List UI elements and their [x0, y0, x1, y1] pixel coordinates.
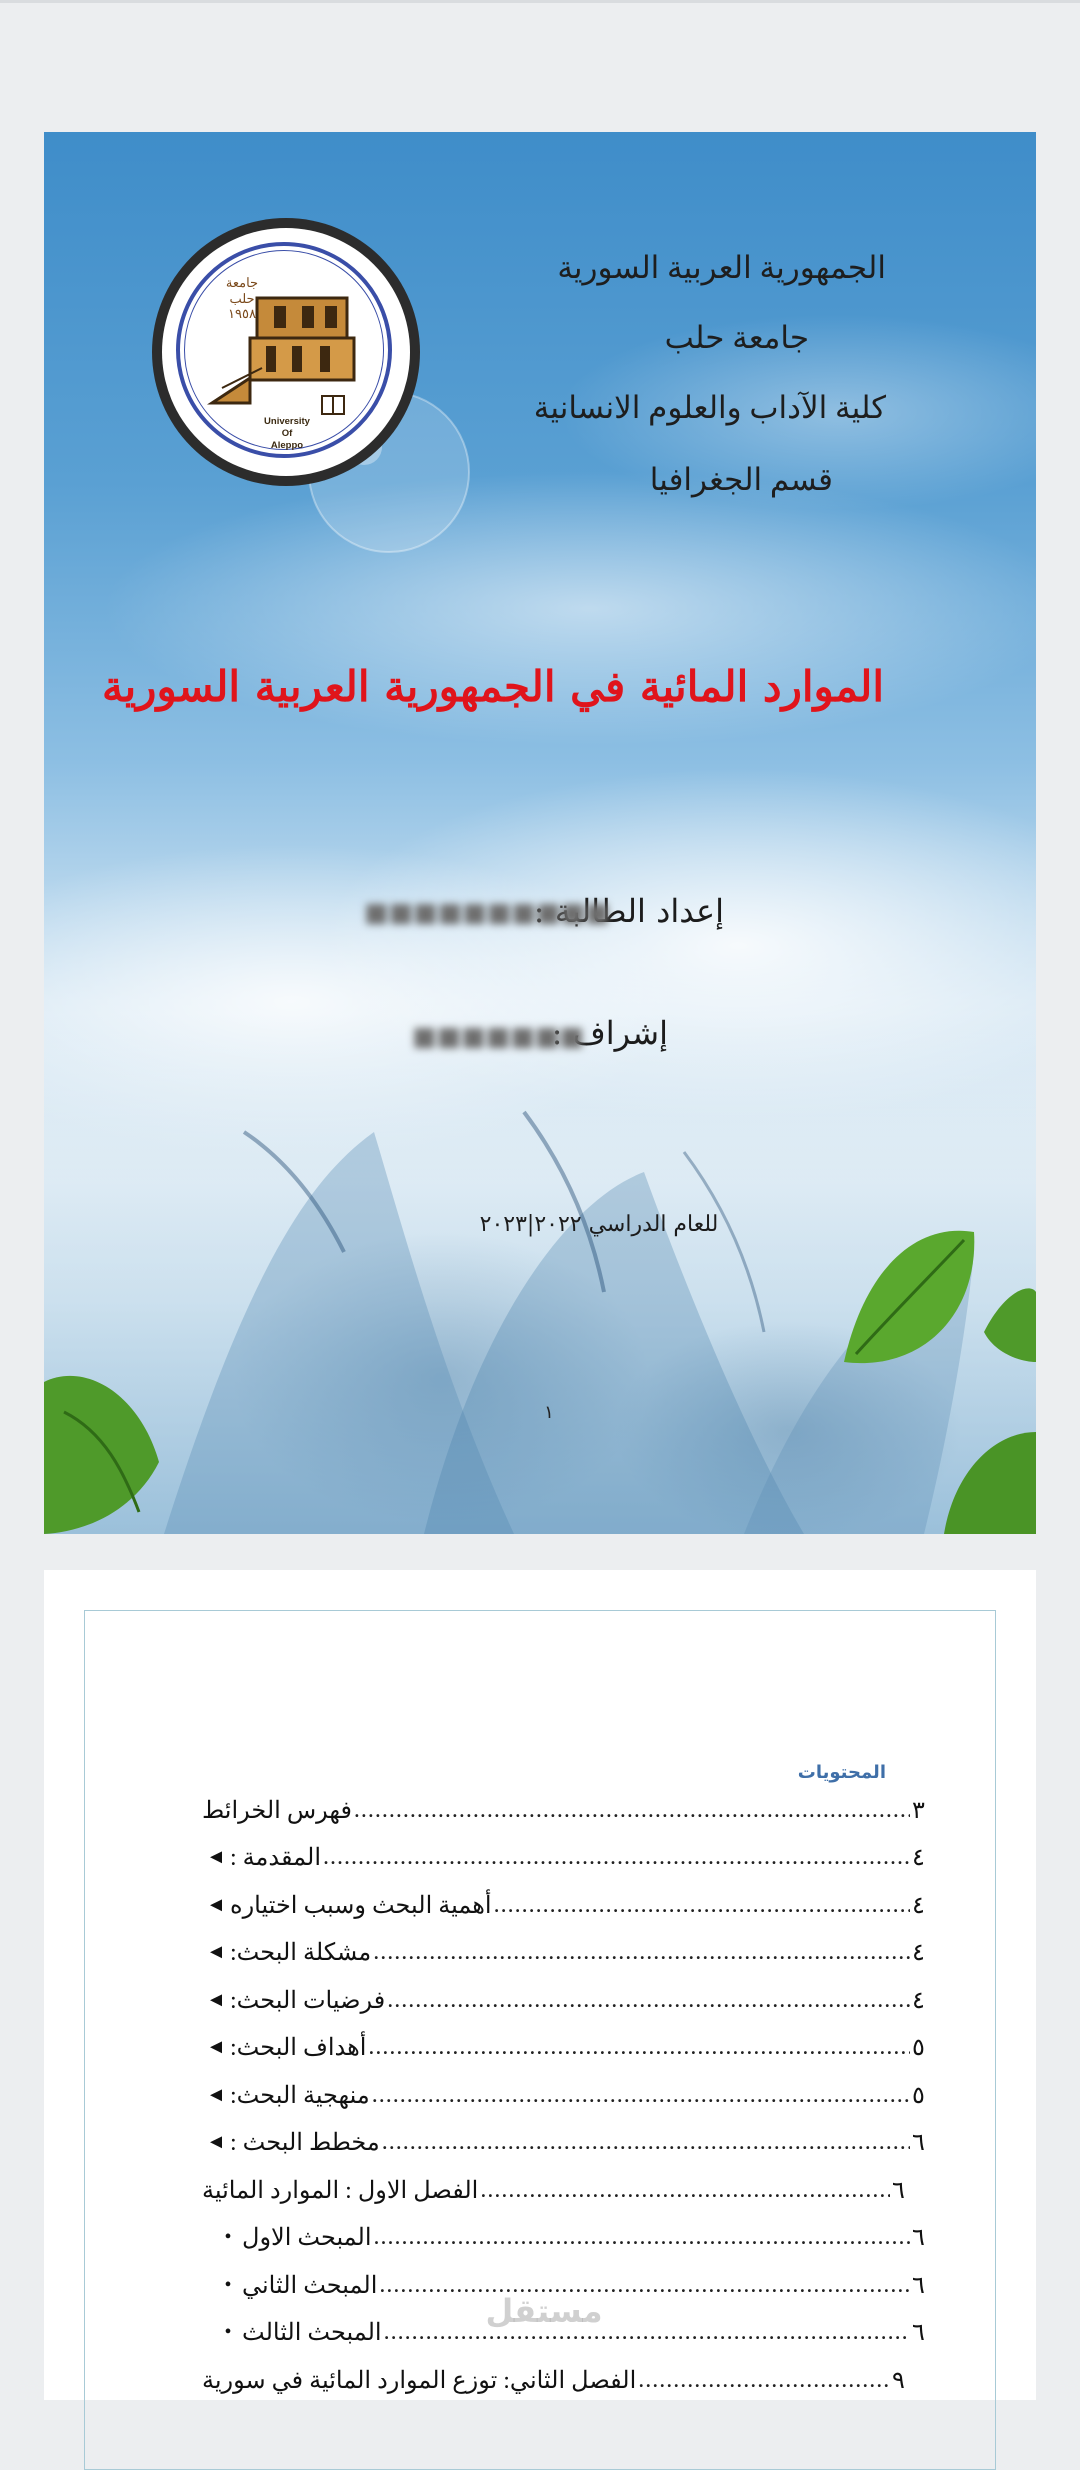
- toc-row[interactable]: ◄ مخطط البحث :...........................…: [192, 2123, 932, 2163]
- arrow-marker-icon: ◄: [206, 2083, 226, 2106]
- toc-entry-label: المبحث الاول: [242, 2225, 372, 2251]
- toc-entry-label: الفصل الثاني: توزع الموارد المائية في سو…: [202, 2367, 637, 2394]
- university-line: جامعة حلب: [664, 320, 809, 355]
- logo-arabic-text: جامعة حلب ١٩٥٨: [225, 276, 259, 323]
- contents-page: المحتويات فهرس الخرائط..................…: [44, 1570, 1036, 2470]
- top-divider: [0, 0, 1080, 3]
- faculty-line: كلية الآداب والعلوم الانسانية: [533, 390, 886, 425]
- toc-page-number: ٩: [892, 2367, 905, 2394]
- toc-page-number: ٦: [912, 2130, 925, 2156]
- toc-row[interactable]: الفصل الاول : الموارد المائية...........…: [192, 2170, 912, 2210]
- document-title: الموارد المائية في الجمهورية العربية الس…: [101, 662, 884, 711]
- toc-page-number: ٤: [912, 1940, 925, 1966]
- dot-leader: ........................................…: [480, 2176, 890, 2203]
- toc-page-number: ٥: [912, 2035, 925, 2061]
- toc-entry-label: الفصل الاول : الموارد المائية: [202, 2177, 479, 2204]
- dot-leader: ........................................…: [379, 2271, 910, 2298]
- toc-entry-label: أهداف البحث:: [230, 2035, 367, 2061]
- bullet-icon: •: [224, 2273, 232, 2296]
- toc-entry-label: فهرس الخرائط: [202, 1797, 352, 1824]
- dot-leader: ........................................…: [387, 1986, 910, 2013]
- dot-leader: ........................................…: [638, 2366, 890, 2393]
- toc-page-number: ٦: [892, 2177, 905, 2204]
- dot-leader: ........................................…: [368, 2034, 910, 2060]
- toc-row[interactable]: ◄ فرضيات البحث:..........................…: [192, 1980, 932, 2020]
- arrow-marker-icon: ◄: [206, 1846, 226, 1868]
- toc-row[interactable]: • المبحث الاول...........................…: [174, 2218, 932, 2258]
- toc-row[interactable]: الفصل الثاني: توزع الموارد المائية في سو…: [192, 2360, 912, 2400]
- arrow-marker-icon: ◄: [206, 2036, 226, 2058]
- dot-leader: ........................................…: [383, 2319, 910, 2345]
- dot-leader: ........................................…: [373, 1939, 910, 1965]
- department-line: قسم الجغرافيا: [649, 462, 833, 497]
- toc-entry-label: أهمية البحث وسبب اختياره: [230, 1892, 492, 1919]
- toc-row[interactable]: ◄ مشكلة البحث:...........................…: [192, 1933, 932, 1973]
- toc-row[interactable]: ◄ أهداف البحث:...........................…: [192, 2028, 932, 2068]
- arrow-marker-icon: ◄: [206, 1893, 226, 1916]
- academic-year: للعام الدراسي ٢٠٢٢|٢٠٢٣: [479, 1212, 719, 1237]
- student-name-redacted: ■■■■■■■■■■: [364, 898, 610, 928]
- toc-entry-label: المبحث الثالث: [242, 2320, 382, 2346]
- watermark-logo: مستقل: [485, 2292, 603, 2330]
- toc-row[interactable]: ◄ منهجية البحث:..........................…: [192, 2075, 932, 2115]
- page-number: ١: [544, 1402, 554, 1423]
- toc-page-number: ٥: [912, 2082, 925, 2109]
- toc-heading: المحتويات: [797, 1762, 886, 1783]
- dot-leader: ........................................…: [381, 2129, 910, 2155]
- dot-leader: ........................................…: [371, 2081, 910, 2108]
- toc-row[interactable]: فهرس الخرائط............................…: [192, 1790, 932, 1830]
- dot-leader: ........................................…: [322, 1844, 910, 1870]
- cover-page: جامعة حلب ١٩٥٨ University Of Aleppo الجم…: [44, 132, 1036, 1534]
- toc-page-number: ٦: [912, 2225, 925, 2251]
- toc-page-number: ٦: [912, 2320, 925, 2346]
- toc-page-number: ٣: [912, 1797, 925, 1824]
- dot-leader: ........................................…: [373, 2224, 910, 2250]
- bullet-icon: •: [224, 2321, 232, 2343]
- toc-entry-label: فرضيات البحث:: [230, 1987, 386, 2014]
- arrow-marker-icon: ◄: [206, 1941, 226, 1963]
- logo-english-text: University Of Aleppo: [264, 416, 310, 451]
- toc-entry-label: مخطط البحث :: [230, 2130, 380, 2156]
- toc-page-number: ٤: [912, 1845, 925, 1871]
- bullet-icon: •: [224, 2226, 232, 2248]
- toc-row[interactable]: ◄ أهمية البحث وسبب اختياره...............…: [192, 1885, 932, 1925]
- dot-leader: ........................................…: [353, 1796, 910, 1823]
- country-line: الجمهورية العربية السورية: [557, 250, 886, 285]
- toc-entry-label: مشكلة البحث:: [230, 1940, 372, 1966]
- arrow-marker-icon: ◄: [206, 1988, 226, 2011]
- toc-entry-label: منهجية البحث:: [230, 2082, 370, 2109]
- toc-page-number: ٤: [912, 1987, 925, 2014]
- arrow-marker-icon: ◄: [206, 2131, 226, 2153]
- supervisor-name-redacted: ■■■■■■■: [412, 1022, 584, 1052]
- toc-row[interactable]: ◄ المقدمة :..............................…: [192, 1838, 932, 1878]
- toc-entry-label: المقدمة :: [230, 1845, 321, 1871]
- toc-entry-label: المبحث الثاني: [242, 2272, 378, 2299]
- toc-page-number: ٤: [912, 1892, 925, 1919]
- toc-page-number: ٦: [912, 2272, 925, 2299]
- university-logo: جامعة حلب ١٩٥٨ University Of Aleppo: [152, 218, 420, 486]
- dot-leader: ........................................…: [493, 1891, 910, 1918]
